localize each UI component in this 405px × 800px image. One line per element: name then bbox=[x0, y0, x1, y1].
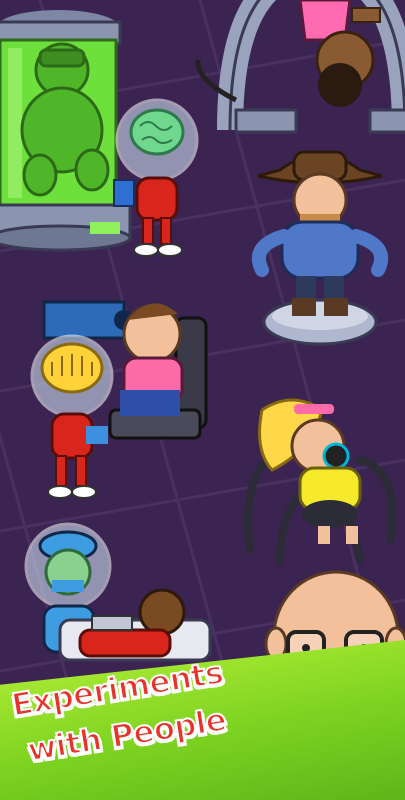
cowboy[interactable] bbox=[251, 150, 389, 346]
upside-down-girl[interactable] bbox=[298, 0, 381, 107]
green-tank[interactable] bbox=[0, 10, 132, 252]
chair-subject[interactable] bbox=[120, 303, 184, 416]
yellow-helmet-alien[interactable] bbox=[30, 334, 114, 499]
blonde-girl-mask[interactable] bbox=[258, 398, 362, 544]
